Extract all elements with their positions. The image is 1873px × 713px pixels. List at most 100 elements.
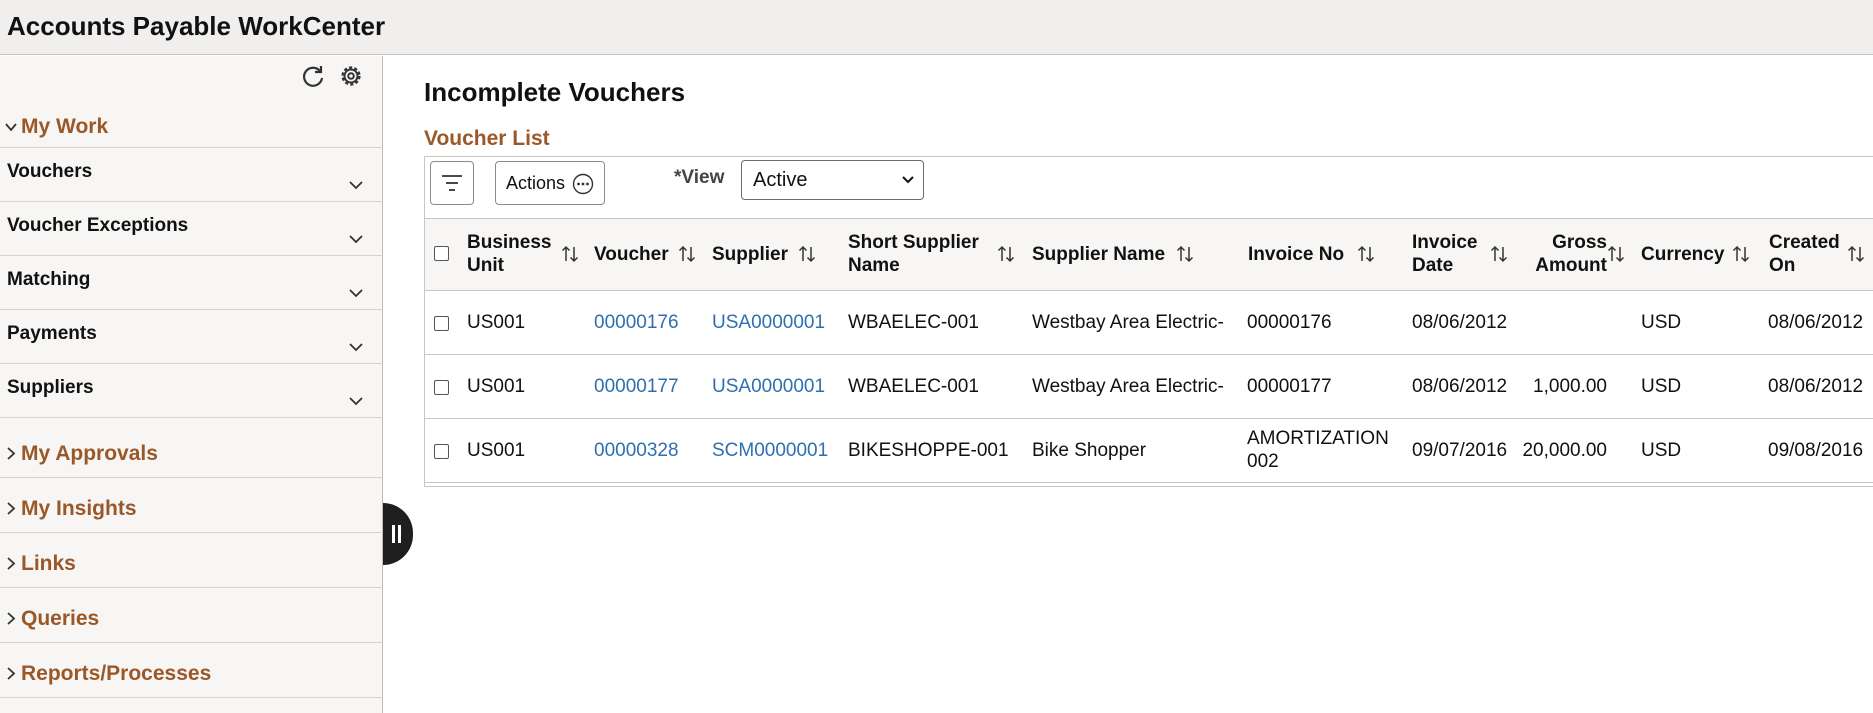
section-label: Reports/Processes xyxy=(21,662,212,685)
actions-button[interactable]: Actions xyxy=(495,161,605,205)
row-checkbox[interactable] xyxy=(434,444,449,459)
col-header-invoice-no[interactable]: Invoice No xyxy=(1248,243,1344,266)
col-header-created-on[interactable]: Created On xyxy=(1769,231,1840,277)
chevron-down-icon xyxy=(349,343,363,352)
col-header-supplier[interactable]: Supplier xyxy=(712,243,788,266)
chevron-right-icon xyxy=(7,667,16,680)
section-label: My Work xyxy=(21,115,109,138)
cell-business-unit: US001 xyxy=(467,376,526,397)
table-row[interactable]: US001 00000176 USA0000001 WBAELEC-001 We… xyxy=(425,291,1873,355)
cell-line: 00000177 xyxy=(1247,376,1332,397)
section-my-approvals[interactable]: My Approvals xyxy=(0,436,383,478)
sidebar-item-voucher-exceptions[interactable]: Voucher Exceptions xyxy=(0,202,383,256)
sort-icon[interactable] xyxy=(561,244,579,264)
section-links[interactable]: Links xyxy=(0,533,383,588)
cell-gross-amount: 20,000.00 xyxy=(1522,440,1607,461)
sidebar-item-matching[interactable]: Matching xyxy=(0,256,383,310)
row-checkbox[interactable] xyxy=(434,316,449,331)
section-my-work[interactable]: My Work xyxy=(0,115,383,145)
cell-invoice-no: 00000176 xyxy=(1247,311,1332,334)
header-line: Name xyxy=(848,255,900,276)
view-select-value: Active xyxy=(753,169,808,191)
gear-icon[interactable] xyxy=(337,62,365,90)
header-line: Amount xyxy=(1535,255,1607,276)
supplier-link[interactable]: USA0000001 xyxy=(712,311,825,334)
chevron-right-icon xyxy=(7,447,16,460)
chevron-right-icon xyxy=(7,612,16,625)
sidebar-item-label: Matching xyxy=(7,269,91,290)
voucher-link[interactable]: 00000176 xyxy=(594,311,679,334)
cell-invoice-no: 00000177 xyxy=(1247,375,1332,398)
cell-created-on: 09/08/2016 xyxy=(1768,440,1864,461)
view-label: *View xyxy=(674,167,725,188)
supplier-link[interactable]: USA0000001 xyxy=(712,375,825,398)
chevron-down-icon xyxy=(5,123,17,132)
section-label: My Insights xyxy=(21,497,137,520)
cell-created-on: 08/06/2012 xyxy=(1768,376,1864,397)
main-content: Incomplete Vouchers Voucher List Actions xyxy=(383,56,1873,713)
voucher-link[interactable]: 00000328 xyxy=(594,439,679,462)
sort-icon[interactable] xyxy=(1847,244,1865,264)
section-label: Queries xyxy=(21,607,100,630)
app-title: Accounts Payable WorkCenter xyxy=(7,11,386,41)
cell-business-unit: US001 xyxy=(467,312,526,333)
sort-icon[interactable] xyxy=(1607,244,1625,264)
chevron-down-icon xyxy=(349,235,363,244)
header-line: Short Supplier xyxy=(848,232,979,253)
cell-currency: USD xyxy=(1641,312,1682,333)
chevron-right-icon xyxy=(7,502,16,515)
col-header-gross-amount[interactable]: Gross Amount xyxy=(1525,231,1607,277)
cell-invoice-date: 09/07/2016 xyxy=(1412,440,1508,461)
sidebar-item-payments[interactable]: Payments xyxy=(0,310,383,364)
select-all-checkbox[interactable] xyxy=(434,246,449,261)
sidebar-item-label: Payments xyxy=(7,323,97,344)
sidebar-tools xyxy=(299,62,365,90)
section-my-insights[interactable]: My Insights xyxy=(0,478,383,533)
sort-icon[interactable] xyxy=(678,244,696,264)
sidebar-item-label: Voucher Exceptions xyxy=(7,215,189,236)
col-header-short-supplier-name[interactable]: Short Supplier Name xyxy=(848,231,979,277)
cell-currency: USD xyxy=(1641,376,1682,397)
row-checkbox[interactable] xyxy=(434,380,449,395)
chevron-down-icon xyxy=(349,397,363,406)
header-line: Invoice xyxy=(1412,232,1478,253)
cell-supplier-name: Westbay Area Electric- xyxy=(1032,376,1224,397)
cell-short-supplier-name: BIKESHOPPE-001 xyxy=(848,440,1009,461)
header-line: On xyxy=(1769,255,1796,276)
col-header-invoice-date[interactable]: Invoice Date xyxy=(1412,231,1477,277)
cell-gross-amount: 1,000.00 xyxy=(1533,376,1607,397)
voucher-link[interactable]: 00000177 xyxy=(594,375,679,398)
col-header-business-unit[interactable]: Business Unit xyxy=(467,231,551,277)
sort-icon[interactable] xyxy=(1357,244,1375,264)
table-row[interactable]: US001 00000177 USA0000001 WBAELEC-001 We… xyxy=(425,355,1873,419)
section-label: My Approvals xyxy=(21,442,158,465)
col-header-voucher[interactable]: Voucher xyxy=(594,243,669,266)
header-line: Unit xyxy=(467,255,504,276)
col-header-currency[interactable]: Currency xyxy=(1641,243,1724,266)
section-reports-processes[interactable]: Reports/Processes xyxy=(0,643,383,698)
section-queries[interactable]: Queries xyxy=(0,588,383,643)
cell-short-supplier-name: WBAELEC-001 xyxy=(848,376,979,397)
actions-label: Actions xyxy=(506,173,566,193)
filter-button[interactable] xyxy=(430,161,474,205)
cell-line: 002 xyxy=(1247,451,1279,472)
supplier-link[interactable]: SCM0000001 xyxy=(712,439,828,462)
cell-currency: USD xyxy=(1641,440,1682,461)
sort-icon[interactable] xyxy=(798,244,816,264)
sidebar-item-vouchers[interactable]: Vouchers xyxy=(0,148,383,202)
sidebar-item-suppliers[interactable]: Suppliers xyxy=(0,364,383,418)
cell-invoice-no: AMORTIZATION 002 xyxy=(1247,427,1389,473)
sort-icon[interactable] xyxy=(1176,244,1194,264)
more-options-icon xyxy=(572,173,594,195)
refresh-icon[interactable] xyxy=(299,62,327,90)
sort-icon[interactable] xyxy=(1490,244,1508,264)
page-title: Incomplete Vouchers xyxy=(424,77,686,107)
view-select[interactable]: Active xyxy=(741,160,924,200)
cell-supplier-name: Westbay Area Electric- xyxy=(1032,312,1224,333)
sort-icon[interactable] xyxy=(997,244,1015,264)
table-row[interactable]: US001 00000328 SCM0000001 BIKESHOPPE-001… xyxy=(425,419,1873,483)
chevron-down-icon xyxy=(349,289,363,298)
chevron-down-icon xyxy=(902,176,914,184)
col-header-supplier-name[interactable]: Supplier Name xyxy=(1032,243,1165,266)
sort-icon[interactable] xyxy=(1732,244,1750,264)
